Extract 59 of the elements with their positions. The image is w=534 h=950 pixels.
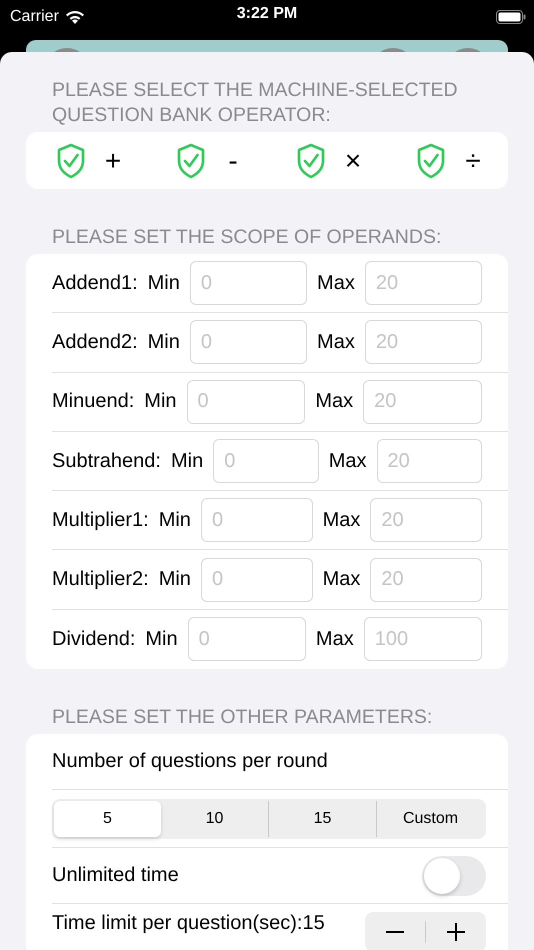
min-input-field[interactable]: 0 bbox=[200, 558, 313, 602]
operand-label: Subtrahend: bbox=[52, 450, 161, 473]
min-label: Min bbox=[170, 450, 204, 473]
operand-label: Multiplier2: bbox=[52, 568, 149, 592]
max-label: Max bbox=[317, 272, 355, 295]
min-label: Min bbox=[148, 330, 180, 354]
min-label: Min bbox=[158, 568, 191, 592]
shield-check-icon[interactable] bbox=[176, 142, 206, 178]
max-label: Max bbox=[316, 628, 354, 651]
segment-tab[interactable]: 5 bbox=[54, 800, 161, 837]
operator-symbol: ÷ bbox=[464, 144, 482, 176]
battery-icon bbox=[496, 10, 526, 24]
operand-label: Addend1: bbox=[52, 272, 138, 295]
operator-symbol: + bbox=[104, 144, 122, 176]
segment-tab[interactable]: 10 bbox=[161, 800, 268, 837]
min-input-field[interactable]: 0 bbox=[213, 439, 319, 484]
min-input-field[interactable]: 0 bbox=[188, 617, 306, 662]
operand-label: Minuend: bbox=[52, 390, 134, 414]
section-header: PLEASE SELECT THE MACHINE-SELECTED QUESTION BANK OPERATOR: bbox=[51, 78, 459, 128]
max-label: Max bbox=[328, 450, 367, 473]
max-label: Max bbox=[315, 390, 354, 414]
operator-symbol: × bbox=[344, 144, 362, 176]
min-label: Min bbox=[145, 628, 178, 651]
operand-label: Multiplier1: bbox=[52, 508, 149, 532]
max-input-field[interactable]: 20 bbox=[364, 320, 482, 364]
operand-label: Addend2: bbox=[52, 330, 138, 354]
min-input-field[interactable]: 0 bbox=[200, 498, 313, 542]
unlimited-time-label: Unlimited time bbox=[52, 864, 179, 888]
min-input-field[interactable]: 0 bbox=[190, 261, 308, 306]
max-input-field[interactable]: 20 bbox=[363, 380, 482, 424]
operator-symbol: - bbox=[227, 144, 239, 176]
segment-tab[interactable]: Custom bbox=[376, 800, 484, 837]
section-header: PLEASE SET THE SCOPE OF OPERANDS: bbox=[51, 225, 442, 250]
toggle-switch[interactable] bbox=[422, 856, 486, 896]
shield-check-icon[interactable] bbox=[416, 142, 446, 178]
max-input-field[interactable]: 100 bbox=[364, 617, 482, 662]
max-label: Max bbox=[317, 330, 355, 354]
min-label: Min bbox=[158, 508, 191, 532]
max-label: Max bbox=[322, 568, 360, 592]
shield-check-icon[interactable] bbox=[296, 142, 326, 178]
max-input-field[interactable]: 20 bbox=[364, 261, 482, 306]
min-input-field[interactable]: 0 bbox=[190, 320, 308, 364]
carrier-label: Carrier bbox=[10, 8, 59, 26]
shield-check-icon[interactable] bbox=[56, 142, 86, 178]
segment-tab[interactable]: 15 bbox=[268, 800, 376, 837]
max-input-field[interactable]: 20 bbox=[370, 558, 482, 602]
plus-icon[interactable] bbox=[446, 922, 466, 942]
questions-label: Number of questions per round bbox=[52, 750, 328, 774]
max-input-field[interactable]: 20 bbox=[370, 498, 482, 542]
time-limit-label: Time limit per question(sec):15 bbox=[52, 912, 325, 936]
operand-label: Dividend: bbox=[52, 628, 136, 651]
min-label: Min bbox=[144, 390, 177, 414]
min-input-field[interactable]: 0 bbox=[186, 380, 306, 424]
wifi-icon bbox=[64, 10, 85, 24]
section-header: PLEASE SET THE OTHER PARAMETERS: bbox=[51, 705, 434, 730]
max-input-field[interactable]: 20 bbox=[376, 439, 482, 484]
min-label: Min bbox=[148, 272, 180, 295]
max-label: Max bbox=[322, 508, 360, 532]
clock-time: 3:22 PM bbox=[236, 5, 298, 23]
